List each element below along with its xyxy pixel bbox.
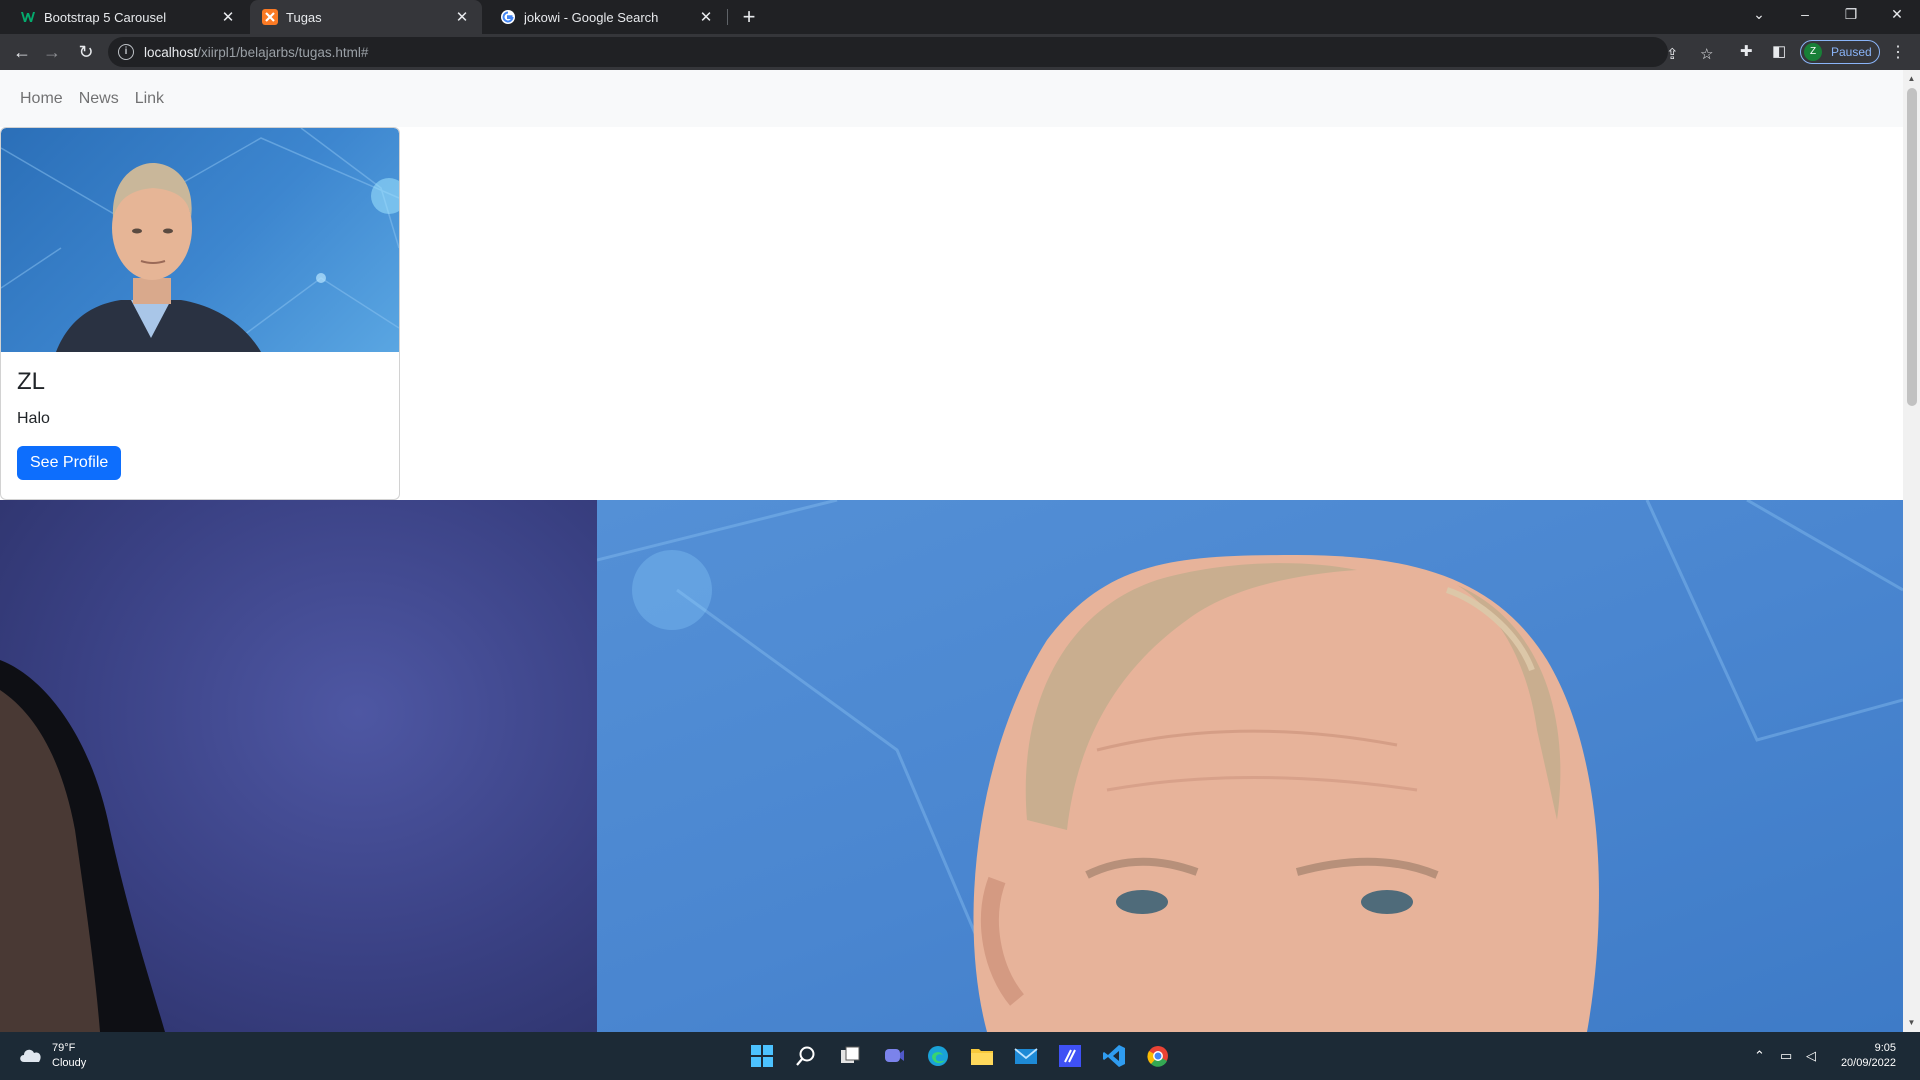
tab-title: Bootstrap 5 Carousel: [44, 9, 167, 25]
tab-google-search[interactable]: jokowi - Google Search ✕: [488, 0, 726, 34]
cloud-icon: [18, 1045, 44, 1068]
xampp-icon: [262, 9, 278, 25]
profile-status: Paused: [1831, 45, 1872, 59]
windows-taskbar: 79°F Cloudy ⌃ ▭ ◁ 9:05 20/09/2022: [0, 1032, 1920, 1080]
file-explorer-icon[interactable]: [966, 1040, 998, 1072]
mail-icon[interactable]: [1010, 1040, 1042, 1072]
page-viewport: Home News Link ZL Halo See Profile: [0, 70, 1903, 1032]
tab-tugas[interactable]: Tugas ✕: [250, 0, 482, 34]
tab-title: Tugas: [286, 9, 322, 25]
browser-menu-icon[interactable]: ⋮: [1890, 42, 1906, 62]
minimize-button[interactable]: –: [1782, 0, 1828, 30]
reload-button[interactable]: ↻: [72, 38, 100, 66]
visual-studio-icon[interactable]: [1054, 1040, 1086, 1072]
network-icon[interactable]: ▭: [1780, 1048, 1792, 1064]
share-icon[interactable]: ⇪: [1666, 45, 1679, 63]
new-tab-button[interactable]: +: [736, 4, 762, 30]
teams-chat-icon[interactable]: [878, 1040, 910, 1072]
system-clock[interactable]: 9:05 20/09/2022: [1841, 1041, 1896, 1071]
task-view-icon[interactable]: [834, 1040, 866, 1072]
google-icon: [500, 9, 516, 25]
forward-button[interactable]: →: [38, 38, 66, 66]
start-button[interactable]: [746, 1040, 778, 1072]
restore-button[interactable]: ❐: [1828, 0, 1874, 30]
scrollbar-thumb[interactable]: [1907, 88, 1917, 406]
browser-toolbar: ← → ↻ i localhost /xiirpl1/belajarbs/tug…: [0, 34, 1920, 70]
address-path: /xiirpl1/belajarbs/tugas.html#: [197, 44, 369, 60]
bookmark-star-icon[interactable]: ☆: [1700, 45, 1713, 63]
site-info-icon[interactable]: i: [118, 44, 134, 60]
page-scrollbar[interactable]: ▲ ▼: [1903, 70, 1920, 1032]
back-button[interactable]: ←: [8, 38, 36, 66]
browser-tab-strip: Bootstrap 5 Carousel ✕ Tugas ✕ jokowi - …: [0, 0, 1920, 34]
site-navbar: Home News Link: [0, 70, 1903, 127]
weather-temperature: 79°F: [52, 1042, 76, 1054]
chevron-up-icon[interactable]: ⌃: [1754, 1048, 1765, 1064]
weather-condition: Cloudy: [52, 1057, 87, 1069]
edge-icon[interactable]: [922, 1040, 954, 1072]
hero-image-left: [0, 500, 597, 1032]
card-title: ZL: [17, 368, 46, 395]
scroll-up-icon[interactable]: ▲: [1903, 72, 1920, 86]
nav-link-home[interactable]: Home: [12, 90, 71, 108]
nav-link-news[interactable]: News: [71, 90, 127, 108]
address-host: localhost: [144, 44, 198, 60]
volume-icon[interactable]: ◁: [1806, 1048, 1816, 1064]
profile-button[interactable]: Z Paused: [1800, 40, 1880, 64]
clock-time: 9:05: [1874, 1042, 1896, 1054]
address-bar[interactable]: i localhost /xiirpl1/belajarbs/tugas.htm…: [108, 37, 1713, 67]
avatar: Z: [1804, 43, 1822, 61]
nav-link-link[interactable]: Link: [127, 90, 172, 108]
clock-date: 20/09/2022: [1840, 1057, 1896, 1069]
w3schools-icon: [20, 9, 36, 25]
hero-image: [0, 500, 1903, 1032]
tab-title: jokowi - Google Search: [524, 9, 659, 25]
close-tab-icon[interactable]: ✕: [454, 8, 470, 26]
close-window-button[interactable]: ✕: [1874, 0, 1920, 30]
extensions-icon[interactable]: ✚: [1740, 42, 1753, 60]
scroll-down-icon[interactable]: ▼: [1903, 1016, 1920, 1030]
see-profile-button[interactable]: See Profile: [17, 446, 122, 480]
card-body: ZL Halo See Profile: [1, 352, 399, 496]
tab-search-icon[interactable]: ⌄: [1736, 0, 1782, 30]
tab-separator: [727, 9, 728, 25]
card-text: Halo: [17, 410, 50, 427]
vscode-icon[interactable]: [1098, 1040, 1130, 1072]
tab-bootstrap-carousel[interactable]: Bootstrap 5 Carousel ✕: [8, 0, 248, 34]
chrome-icon[interactable]: [1142, 1040, 1174, 1072]
side-panel-icon[interactable]: ◧: [1772, 42, 1786, 60]
close-tab-icon[interactable]: ✕: [220, 8, 236, 26]
search-icon[interactable]: [790, 1040, 822, 1072]
hero-image-right: [597, 500, 1903, 1032]
profile-card: ZL Halo See Profile: [0, 127, 400, 500]
card-image: [1, 128, 399, 352]
weather-widget[interactable]: 79°F Cloudy: [18, 1041, 86, 1071]
close-tab-icon[interactable]: ✕: [698, 8, 714, 26]
